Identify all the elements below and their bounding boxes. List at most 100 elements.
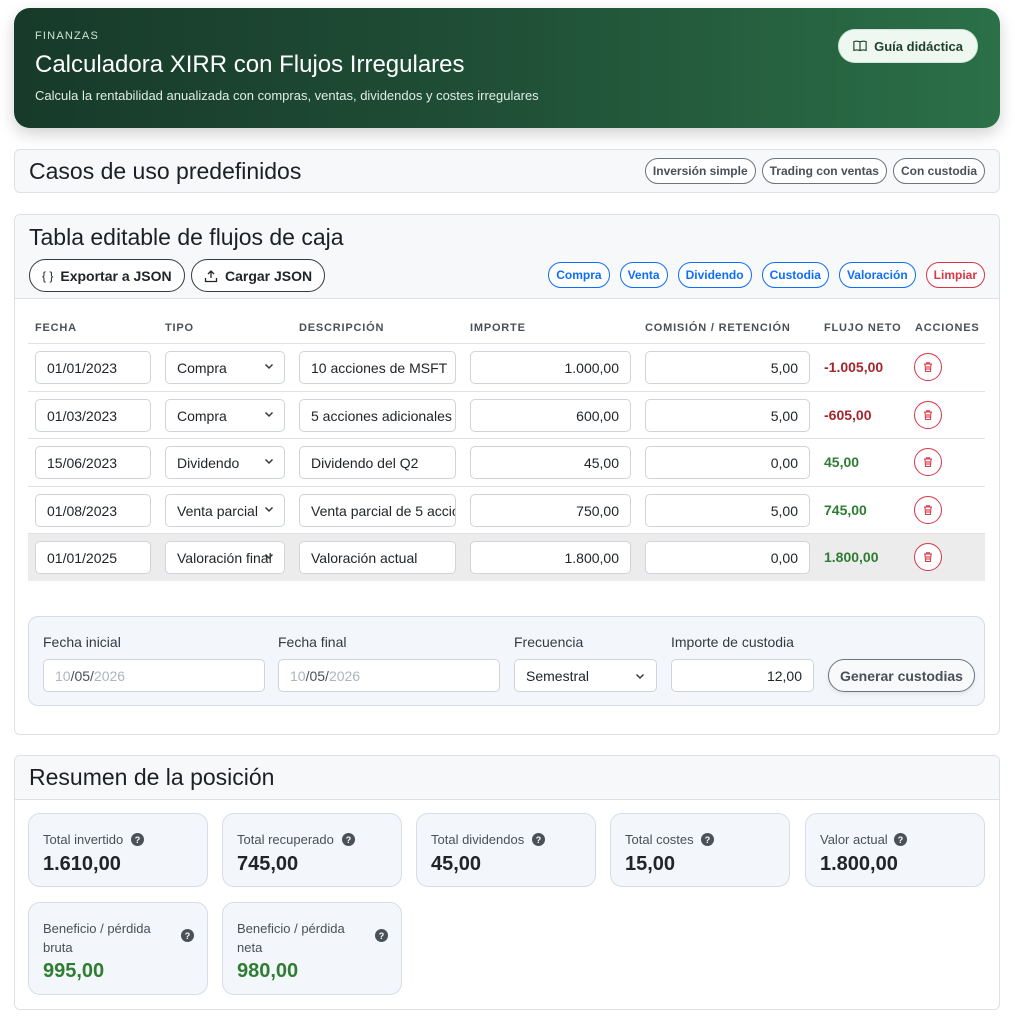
start-day: 10 [55, 667, 71, 684]
case-trading-button[interactable]: Trading con ventas [761, 158, 887, 184]
custody-amount-label: Importe de custodia [671, 634, 794, 650]
add-venta-button[interactable]: Venta [619, 262, 668, 288]
date-input[interactable]: 15/06/2023 [35, 446, 151, 479]
frequency-value: Semestral [526, 667, 590, 684]
help-icon[interactable]: ? [894, 833, 907, 846]
commission-input[interactable]: 5,00 [645, 399, 810, 432]
column-header-descripcion: DESCRIPCIÓN [299, 322, 385, 334]
add-dividendo-button[interactable]: Dividendo [677, 262, 752, 288]
chevron-down-icon [264, 458, 274, 465]
end-date-input[interactable]: 10/05/2026 [278, 659, 500, 692]
stat-current-value: Valor actual ? 1.800,00 [805, 813, 985, 887]
amount-input[interactable]: 750,00 [470, 494, 631, 527]
type-select[interactable]: Compra [165, 351, 285, 384]
chevron-down-icon [264, 506, 274, 513]
guide-button-label: Guía didáctica [874, 38, 963, 54]
date-input[interactable]: 01/03/2023 [35, 399, 151, 432]
stat-value: 15,00 [625, 853, 676, 875]
stat-label: Beneficio / pérdida bruta [43, 921, 151, 955]
help-icon[interactable]: ? [532, 833, 545, 846]
stat-gross-profit: Beneficio / pérdida bruta ? 995,00 [28, 902, 208, 995]
type-value: Venta parcial [177, 502, 258, 519]
amount-input[interactable]: 1.800,00 [470, 541, 631, 574]
stat-label: Total dividendos [431, 832, 525, 847]
clear-button[interactable]: Limpiar [925, 262, 985, 288]
delete-row-button[interactable] [914, 543, 942, 571]
stat-label: Total recuperado [237, 832, 334, 847]
amount-input[interactable]: 600,00 [470, 399, 631, 432]
date-input[interactable]: 01/08/2023 [35, 494, 151, 527]
commission-input[interactable]: 5,00 [645, 494, 810, 527]
stat-label: Total costes [625, 832, 694, 847]
page-header: FINANZAS Calculadora XIRR con Flujos Irr… [14, 8, 1000, 128]
stat-label: Beneficio / pérdida neta [237, 921, 345, 955]
description-input[interactable]: 5 acciones adicionales [299, 399, 456, 432]
start-date-input[interactable]: 10/05/2026 [43, 659, 265, 692]
stat-total-invested: Total invertido ? 1.610,00 [28, 813, 208, 887]
help-icon[interactable]: ? [701, 833, 714, 846]
case-custody-button[interactable]: Con custodia [892, 158, 985, 184]
category-label: FINANZAS [35, 30, 99, 42]
load-json-button[interactable]: Cargar JSON [191, 259, 326, 292]
amount-input[interactable]: 1.000,00 [470, 351, 631, 384]
description-input[interactable]: Valoración actual [299, 541, 456, 574]
table-card-header: Tabla editable de flujos de caja { } Exp… [15, 215, 999, 299]
commission-input[interactable]: 0,00 [645, 446, 810, 479]
trash-icon [924, 552, 932, 563]
type-select[interactable]: Dividendo [165, 446, 285, 479]
stat-net-profit: Beneficio / pérdida neta ? 980,00 [222, 902, 402, 995]
braces-icon: { } [42, 268, 54, 283]
trash-icon [924, 457, 932, 468]
guide-button[interactable]: Guía didáctica [838, 29, 978, 63]
stat-label: Total invertido [43, 832, 124, 847]
table-row: 01/08/2023 Venta parcial Venta parcial d… [28, 486, 985, 534]
table-row: 01/03/2023 Compra 5 acciones adicionales… [28, 391, 985, 439]
trash-icon [924, 410, 932, 421]
summary-header: Resumen de la posición [15, 756, 999, 800]
type-select[interactable]: Compra [165, 399, 285, 432]
frequency-select[interactable]: Semestral [514, 659, 657, 692]
net-flow-value: -1.005,00 [824, 359, 884, 375]
help-icon[interactable]: ? [342, 833, 355, 846]
start-year: 2026 [93, 667, 126, 684]
case-simple-investment-button[interactable]: Inversión simple [644, 158, 756, 184]
amount-input[interactable]: 45,00 [470, 446, 631, 479]
description-input[interactable]: Dividendo del Q2 [299, 446, 456, 479]
commission-input[interactable]: 5,00 [645, 351, 810, 384]
stat-label: Valor actual [820, 832, 888, 847]
description-input[interactable]: 10 acciones de MSFT [299, 351, 456, 384]
type-value: Valoración final [177, 549, 272, 566]
generate-custody-button[interactable]: Generar custodias [828, 659, 975, 692]
commission-input[interactable]: 0,00 [645, 541, 810, 574]
stat-total-costs: Total costes ? 15,00 [610, 813, 790, 887]
type-value: Compra [177, 359, 227, 376]
delete-row-button[interactable] [914, 353, 942, 381]
net-flow-value: -605,00 [824, 407, 872, 423]
export-json-button[interactable]: { } Exportar a JSON [29, 259, 185, 292]
table-title: Tabla editable de flujos de caja [29, 224, 344, 250]
delete-row-button[interactable] [914, 496, 942, 524]
delete-row-button[interactable] [914, 401, 942, 429]
case-buttons: Inversión simple Trading con ventas Con … [644, 158, 985, 184]
summary-title: Resumen de la posición [29, 764, 275, 790]
add-compra-button[interactable]: Compra [548, 262, 610, 288]
table-row: 15/06/2023 Dividendo Dividendo del Q2 45… [28, 438, 985, 486]
date-input[interactable]: 01/01/2023 [35, 351, 151, 384]
page-subtitle: Calcula la rentabilidad anualizada con c… [35, 88, 539, 103]
page-title: Calculadora XIRR con Flujos Irregulares [35, 51, 465, 78]
date-input[interactable]: 01/01/2025 [35, 541, 151, 574]
type-select[interactable]: Valoración final [165, 541, 285, 574]
chevron-down-icon [264, 363, 274, 370]
custody-amount-input[interactable]: 12,00 [671, 659, 814, 692]
delete-row-button[interactable] [914, 448, 942, 476]
column-header-comision: COMISIÓN / RETENCIÓN [645, 322, 791, 334]
stat-value: 45,00 [431, 853, 482, 875]
help-icon[interactable]: ? [131, 833, 144, 846]
add-custodia-button[interactable]: Custodia [761, 262, 829, 288]
help-icon[interactable]: ? [181, 929, 194, 942]
help-icon[interactable]: ? [375, 929, 388, 942]
description-input[interactable]: Venta parcial de 5 acciones [299, 494, 456, 527]
add-valoracion-button[interactable]: Valoración [838, 262, 916, 288]
type-select[interactable]: Venta parcial [165, 494, 285, 527]
stat-value: 745,00 [237, 853, 299, 875]
